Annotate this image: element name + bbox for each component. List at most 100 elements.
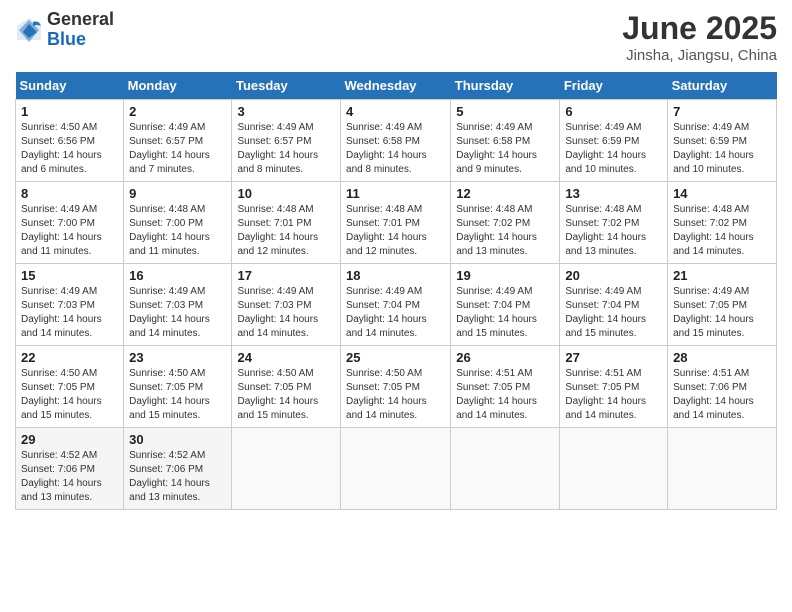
calendar-week-row: 29Sunrise: 4:52 AMSunset: 7:06 PMDayligh… (16, 428, 777, 510)
daylight-text: Daylight: 14 hours and 15 minutes. (673, 314, 754, 339)
sunset-text: Sunset: 7:06 PM (673, 382, 747, 393)
sunset-text: Sunset: 7:02 PM (565, 218, 639, 229)
sunset-text: Sunset: 7:04 PM (565, 300, 639, 311)
day-number: 11 (346, 186, 445, 201)
col-sunday: Sunday (16, 72, 124, 100)
sunset-text: Sunset: 6:59 PM (565, 136, 639, 147)
sunrise-text: Sunrise: 4:49 AM (129, 286, 205, 297)
sunrise-text: Sunrise: 4:49 AM (456, 122, 532, 133)
daylight-text: Daylight: 14 hours and 13 minutes. (565, 232, 646, 257)
day-number: 16 (129, 268, 226, 283)
sunrise-text: Sunrise: 4:48 AM (129, 204, 205, 215)
daylight-text: Daylight: 14 hours and 14 minutes. (21, 314, 102, 339)
day-info: Sunrise: 4:49 AMSunset: 7:03 PMDaylight:… (237, 285, 335, 341)
table-row: 22Sunrise: 4:50 AMSunset: 7:05 PMDayligh… (16, 346, 124, 428)
calendar-table: Sunday Monday Tuesday Wednesday Thursday… (15, 72, 777, 510)
sunset-text: Sunset: 7:03 PM (21, 300, 95, 311)
sunrise-text: Sunrise: 4:51 AM (673, 368, 749, 379)
daylight-text: Daylight: 14 hours and 14 minutes. (129, 314, 210, 339)
table-row: 4Sunrise: 4:49 AMSunset: 6:58 PMDaylight… (341, 100, 451, 182)
sunrise-text: Sunrise: 4:48 AM (456, 204, 532, 215)
sunrise-text: Sunrise: 4:52 AM (21, 450, 97, 461)
sunset-text: Sunset: 7:01 PM (346, 218, 420, 229)
calendar-week-row: 8Sunrise: 4:49 AMSunset: 7:00 PMDaylight… (16, 182, 777, 264)
logo-icon (15, 16, 43, 44)
sunset-text: Sunset: 7:05 PM (673, 300, 747, 311)
day-info: Sunrise: 4:51 AMSunset: 7:05 PMDaylight:… (565, 367, 662, 423)
daylight-text: Daylight: 14 hours and 6 minutes. (21, 150, 102, 175)
table-row: 25Sunrise: 4:50 AMSunset: 7:05 PMDayligh… (341, 346, 451, 428)
sunrise-text: Sunrise: 4:49 AM (346, 122, 422, 133)
sunset-text: Sunset: 7:05 PM (346, 382, 420, 393)
sunrise-text: Sunrise: 4:52 AM (129, 450, 205, 461)
table-row: 9 Sunrise: 4:48 AMSunset: 7:00 PMDaylight… (124, 182, 232, 264)
table-row: 19Sunrise: 4:49 AMSunset: 7:04 PMDayligh… (451, 264, 560, 346)
sunrise-text: Sunrise: 4:48 AM (346, 204, 422, 215)
daylight-text: Daylight: 14 hours and 14 minutes. (346, 314, 427, 339)
sunset-text: Sunset: 6:58 PM (346, 136, 420, 147)
daylight-text: Daylight: 14 hours and 8 minutes. (237, 150, 318, 175)
day-info: Sunrise: 4:52 AMSunset: 7:06 PMDaylight:… (129, 449, 226, 505)
daylight-text: Daylight: 14 hours and 15 minutes. (565, 314, 646, 339)
daylight-text: Daylight: 14 hours and 7 minutes. (129, 150, 210, 175)
sunrise-text: Sunrise: 4:51 AM (565, 368, 641, 379)
calendar-week-row: 22Sunrise: 4:50 AMSunset: 7:05 PMDayligh… (16, 346, 777, 428)
sunrise-text: Sunrise: 4:49 AM (21, 286, 97, 297)
day-number: 9 (129, 186, 226, 201)
col-tuesday: Tuesday (232, 72, 341, 100)
sunrise-text: Sunrise: 4:49 AM (456, 286, 532, 297)
col-thursday: Thursday (451, 72, 560, 100)
table-row: 17 Sunrise: 4:49 AMSunset: 7:03 PMDayligh… (232, 264, 341, 346)
sunrise-text: Sunrise: 4:49 AM (21, 204, 97, 215)
day-info: Sunrise: 4:49 AMSunset: 6:58 PMDaylight:… (456, 121, 554, 177)
sunrise-text: Sunrise: 4:49 AM (237, 122, 313, 133)
logo-blue-text: Blue (47, 30, 114, 50)
day-info: Sunrise: 4:50 AMSunset: 7:05 PMDaylight:… (21, 367, 118, 423)
table-row: 18Sunrise: 4:49 AMSunset: 7:04 PMDayligh… (341, 264, 451, 346)
sunrise-text: Sunrise: 4:50 AM (21, 122, 97, 133)
table-row: 23Sunrise: 4:50 AMSunset: 7:05 PMDayligh… (124, 346, 232, 428)
daylight-text: Daylight: 14 hours and 13 minutes. (456, 232, 537, 257)
day-info: Sunrise: 4:49 AMSunset: 6:57 PMDaylight:… (129, 121, 226, 177)
sunset-text: Sunset: 7:05 PM (456, 382, 530, 393)
sunrise-text: Sunrise: 4:49 AM (565, 122, 641, 133)
sunset-text: Sunset: 7:03 PM (129, 300, 203, 311)
table-row: 5 Sunrise: 4:49 AMSunset: 6:58 PMDaylight… (451, 100, 560, 182)
daylight-text: Daylight: 14 hours and 8 minutes. (346, 150, 427, 175)
day-number: 26 (456, 350, 554, 365)
day-info: Sunrise: 4:50 AMSunset: 7:05 PMDaylight:… (346, 367, 445, 423)
day-info: Sunrise: 4:48 AMSunset: 7:00 PMDaylight:… (129, 203, 226, 259)
day-number: 17 (237, 268, 335, 283)
day-number: 6 (565, 104, 662, 119)
table-row: 20Sunrise: 4:49 AMSunset: 7:04 PMDayligh… (560, 264, 668, 346)
day-info: Sunrise: 4:51 AMSunset: 7:05 PMDaylight:… (456, 367, 554, 423)
day-number: 24 (237, 350, 335, 365)
sunrise-text: Sunrise: 4:49 AM (673, 122, 749, 133)
table-row: 8Sunrise: 4:49 AMSunset: 7:00 PMDaylight… (16, 182, 124, 264)
day-info: Sunrise: 4:48 AM Sunset: 7:01 PM Daylight:… (346, 203, 445, 259)
sunset-text: Sunset: 7:06 PM (21, 464, 95, 475)
table-row: 10Sunrise: 4:48 AMSunset: 7:01 PMDayligh… (232, 182, 341, 264)
table-row: 24Sunrise: 4:50 AMSunset: 7:05 PMDayligh… (232, 346, 341, 428)
daylight-text: Daylight: 14 hours and 15 minutes. (129, 396, 210, 421)
daylight-text: Daylight: 14 hours and 11 minutes. (21, 232, 102, 257)
table-row: 14Sunrise: 4:48 AMSunset: 7:02 PMDayligh… (668, 182, 777, 264)
sunset-text: Sunset: 7:05 PM (237, 382, 311, 393)
calendar-week-row: 1Sunrise: 4:50 AMSunset: 6:56 PMDaylight… (16, 100, 777, 182)
col-wednesday: Wednesday (341, 72, 451, 100)
daylight-text: Daylight: 14 hours and 12 minutes. (346, 232, 427, 257)
day-info: Sunrise: 4:49 AM Sunset: 7:03 PM Daylight:… (129, 285, 226, 341)
daylight-text: Daylight: 14 hours and 15 minutes. (456, 314, 537, 339)
title-block: June 2025 Jinsha, Jiangsu, China (622, 10, 777, 64)
header: General Blue June 2025 Jinsha, Jiangsu, … (15, 10, 777, 64)
day-info: Sunrise: 4:49 AMSunset: 7:04 PMDaylight:… (565, 285, 662, 341)
day-number: 5 (456, 104, 554, 119)
day-number: 15 (21, 268, 118, 283)
day-info: Sunrise: 4:48 AMSunset: 7:02 PMDaylight:… (456, 203, 554, 259)
day-number: 8 (21, 186, 118, 201)
sunset-text: Sunset: 7:04 PM (456, 300, 530, 311)
day-number: 2 (129, 104, 226, 119)
page: General Blue June 2025 Jinsha, Jiangsu, … (0, 0, 792, 612)
table-row (451, 428, 560, 510)
sunset-text: Sunset: 6:59 PM (673, 136, 747, 147)
